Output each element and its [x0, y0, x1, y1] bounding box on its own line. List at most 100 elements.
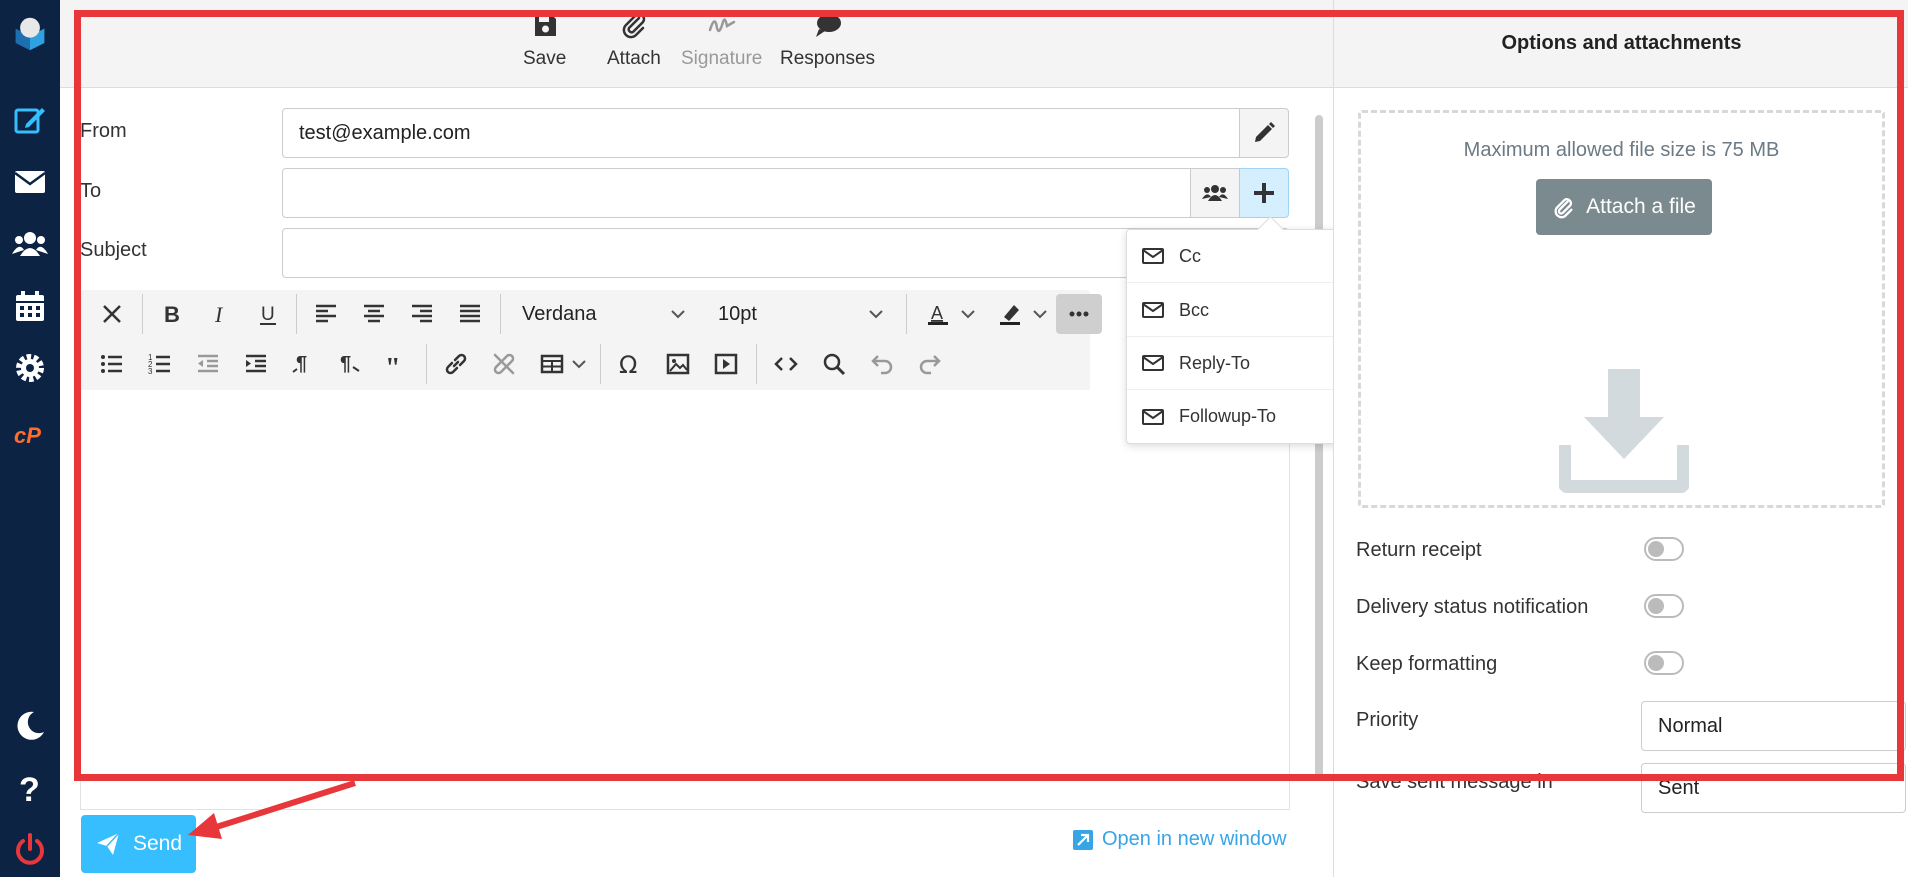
contacts-icon [1202, 185, 1228, 201]
omega-icon: Ω [619, 351, 637, 377]
indent-icon [246, 354, 266, 373]
signature-button[interactable]: Signature [681, 10, 762, 70]
signature-icon [708, 18, 735, 33]
remove-link-button[interactable] [484, 344, 524, 384]
align-right-button[interactable] [402, 294, 442, 334]
italic-icon: I [214, 302, 224, 327]
add-header-button[interactable] [1239, 168, 1289, 218]
rtl-button[interactable]: ¶ [330, 344, 370, 384]
nav-settings[interactable] [0, 342, 60, 394]
open-new-window-link[interactable]: Open in new window [1072, 828, 1287, 851]
message-body-editor[interactable] [80, 390, 1290, 810]
special-char-button[interactable]: Ω [610, 344, 650, 384]
chevron-down-icon [961, 310, 975, 319]
nav-mail[interactable] [0, 156, 60, 208]
bullet-list-button[interactable] [92, 344, 132, 384]
outdent-button[interactable] [188, 344, 228, 384]
close-icon [103, 305, 121, 323]
redo-icon [919, 355, 941, 375]
form-scrollbar[interactable] [1312, 90, 1326, 802]
font-family-select[interactable]: Verdana [522, 294, 692, 334]
to-label: To [80, 180, 102, 202]
undo-icon [871, 355, 893, 375]
responses-label: Responses [780, 48, 876, 69]
svg-text:3: 3 [148, 367, 153, 376]
redo-button[interactable] [910, 344, 950, 384]
text-color-dropdown[interactable] [956, 294, 980, 334]
keep-formatting-toggle[interactable] [1644, 651, 1684, 675]
logo-icon [15, 17, 45, 51]
toolbar-divider [756, 344, 757, 384]
table-button[interactable] [532, 344, 572, 384]
font-size-select[interactable]: 10pt [718, 294, 890, 334]
delivery-status-toggle[interactable] [1644, 594, 1684, 618]
responses-button[interactable]: Responses [780, 10, 875, 70]
nav-dark-mode[interactable] [0, 700, 60, 752]
indent-button[interactable] [236, 344, 276, 384]
ellipsis-icon [1069, 311, 1089, 317]
nav-logout[interactable] [0, 824, 60, 876]
insert-media-button[interactable] [706, 344, 746, 384]
insert-image-button[interactable] [658, 344, 698, 384]
envelope-icon [1142, 302, 1164, 318]
attach-label: Attach [607, 48, 661, 69]
gear-icon [16, 354, 44, 382]
table-dropdown[interactable] [568, 344, 590, 384]
from-input[interactable]: test@example.com [282, 108, 1240, 158]
numbered-list-button[interactable]: 123 [140, 344, 180, 384]
save-button[interactable]: Save [523, 10, 566, 70]
save-label: Save [523, 48, 567, 69]
search-replace-button[interactable] [814, 344, 854, 384]
underline-button[interactable]: U [248, 294, 288, 334]
nav-compose[interactable] [0, 94, 60, 146]
blockquote-button[interactable]: " [376, 344, 416, 384]
underline-icon: U [260, 304, 276, 325]
text-color-button[interactable]: A [918, 294, 958, 334]
svg-text:¶: ¶ [296, 353, 307, 375]
editor-toolbar: B I U Verdana 10pt A 1 2 3 ¶ ¶ " Ω [80, 290, 1102, 390]
nav-help[interactable]: ? [0, 762, 60, 814]
signature-label: Signature [681, 48, 763, 69]
priority-select[interactable]: Normal [1641, 701, 1906, 751]
source-code-button[interactable] [766, 344, 806, 384]
clear-formatting-button[interactable] [92, 294, 132, 334]
menu-item-label: Followup-To [1179, 406, 1277, 426]
nav-contacts[interactable] [0, 218, 60, 270]
highlight-color-dropdown[interactable] [1028, 294, 1052, 334]
scrollbar-thumb[interactable] [1315, 115, 1323, 780]
attach-button[interactable]: Attach [607, 10, 661, 70]
toolbar-divider [426, 344, 427, 384]
open-new-window-label: Open in new window [1102, 828, 1287, 850]
svg-text:B: B [164, 302, 180, 327]
highlight-color-button[interactable] [990, 294, 1030, 334]
envelope-icon [1142, 355, 1164, 371]
unlink-icon [493, 353, 515, 375]
address-book-button[interactable] [1190, 168, 1240, 218]
to-input[interactable] [282, 168, 1191, 218]
attach-file-button[interactable]: Attach a file [1536, 179, 1712, 235]
align-left-button[interactable] [306, 294, 346, 334]
return-receipt-toggle[interactable] [1644, 537, 1684, 561]
roundcube-logo[interactable] [0, 8, 60, 60]
subject-label: Subject [80, 239, 147, 261]
bold-button[interactable]: B [152, 294, 192, 334]
more-tools-button[interactable] [1056, 294, 1102, 334]
menu-item-label: Bcc [1179, 299, 1210, 320]
link-icon [445, 353, 467, 375]
ltr-button[interactable]: ¶ [284, 344, 324, 384]
send-button[interactable]: Send [81, 815, 196, 873]
justify-button[interactable] [450, 294, 490, 334]
nav-cpanel[interactable]: cP [0, 408, 60, 460]
menu-item-label: Cc [1179, 245, 1201, 266]
edit-identity-button[interactable] [1239, 108, 1289, 158]
save-icon [534, 14, 556, 36]
align-center-button[interactable] [354, 294, 394, 334]
keep-formatting-row: Keep formatting [1356, 645, 1896, 685]
save-sent-select[interactable]: Sent [1641, 763, 1906, 813]
undo-button[interactable] [862, 344, 902, 384]
send-label: Send [132, 832, 183, 855]
nav-calendar[interactable] [0, 280, 60, 332]
italic-button[interactable]: I [200, 294, 240, 334]
insert-link-button[interactable] [436, 344, 476, 384]
attachment-dropzone[interactable]: Maximum allowed file size is 75 MB Attac… [1358, 110, 1885, 508]
